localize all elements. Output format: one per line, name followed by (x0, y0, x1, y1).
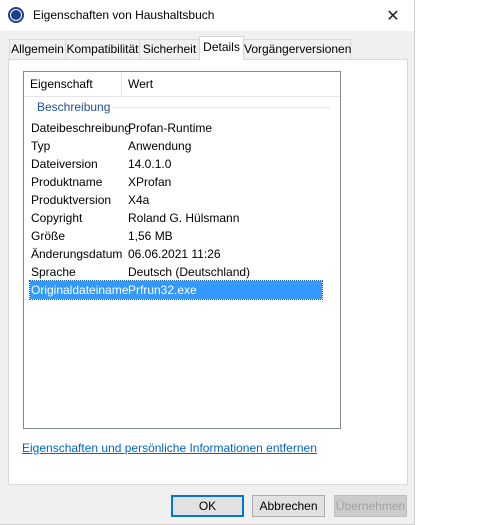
list-item[interactable]: Größe 1,56 MB (30, 227, 322, 245)
group-separator (112, 107, 330, 108)
tab-kompatibilitaet[interactable]: Kompatibilität (65, 39, 140, 59)
property-value: XProfan (128, 175, 172, 189)
list-item[interactable]: Typ Anwendung (30, 137, 322, 155)
property-name: Produktversion (31, 193, 112, 207)
column-header-property[interactable]: Eigenschaft (24, 72, 120, 96)
window-title: Eigenschaften von Haushaltsbuch (33, 8, 215, 22)
property-value: Prfrun32.exe (128, 283, 197, 297)
title-bar[interactable]: Eigenschaften von Haushaltsbuch ✕ (0, 0, 414, 31)
ok-button[interactable]: OK (171, 495, 244, 517)
property-value: 14.0.1.0 (128, 157, 172, 171)
details-panel: Eigenschaft Wert Beschreibung Dateibesch… (8, 59, 408, 485)
list-item[interactable]: Produktname XProfan (30, 173, 322, 191)
property-value: X4a (128, 193, 150, 207)
tab-details[interactable]: Details (199, 36, 244, 60)
list-item[interactable]: Produktversion X4a (30, 191, 322, 209)
cancel-button[interactable]: Abbrechen (252, 495, 325, 517)
group-header-beschreibung[interactable]: Beschreibung (24, 99, 340, 115)
list-item[interactable]: Dateiversion 14.0.1.0 (30, 155, 322, 173)
tab-vorgaengerversionen[interactable]: Vorgängerversionen (243, 39, 351, 59)
property-name: Typ (31, 139, 51, 153)
apply-button[interactable]: Übernehmen (334, 495, 407, 517)
properties-dialog: Eigenschaften von Haushaltsbuch ✕ Allgem… (0, 0, 415, 525)
list-item[interactable]: Copyright Roland G. Hülsmann (30, 209, 322, 227)
listview-header: Eigenschaft Wert (24, 72, 340, 97)
property-name: Originaldateiname (31, 283, 129, 297)
property-name: Produktname (31, 175, 103, 189)
profan-icon (8, 7, 24, 23)
column-header-value[interactable]: Wert (122, 72, 328, 96)
list-item[interactable]: Änderungsdatum 06.06.2021 11:26 (30, 245, 322, 263)
tab-allgemein[interactable]: Allgemein (9, 39, 66, 59)
property-name: Änderungsdatum (31, 247, 123, 261)
tab-sicherheit[interactable]: Sicherheit (139, 39, 200, 59)
group-label: Beschreibung (37, 100, 111, 114)
property-value: Profan-Runtime (128, 121, 213, 135)
list-item-selected[interactable]: Originaldateiname Prfrun32.exe (29, 280, 323, 300)
list-item[interactable]: Dateibeschreibung Profan-Runtime (30, 119, 322, 137)
property-name: Copyright (31, 211, 83, 225)
close-icon: ✕ (386, 6, 400, 25)
property-value: 1,56 MB (128, 229, 173, 243)
property-name: Dateiversion (31, 157, 98, 171)
property-value: Anwendung (128, 139, 192, 153)
property-name: Dateibeschreibung (31, 121, 132, 135)
property-value: Roland G. Hülsmann (128, 211, 240, 225)
property-name: Sprache (31, 265, 76, 279)
property-value: Deutsch (Deutschland) (128, 265, 251, 279)
details-listview[interactable]: Eigenschaft Wert Beschreibung Dateibesch… (23, 71, 341, 429)
close-button[interactable]: ✕ (372, 0, 414, 31)
list-item[interactable]: Sprache Deutsch (Deutschland) (30, 263, 322, 281)
remove-properties-link[interactable]: Eigenschaften und persönliche Informatio… (22, 441, 317, 455)
property-value: 06.06.2021 11:26 (128, 247, 221, 261)
property-name: Größe (31, 229, 66, 243)
